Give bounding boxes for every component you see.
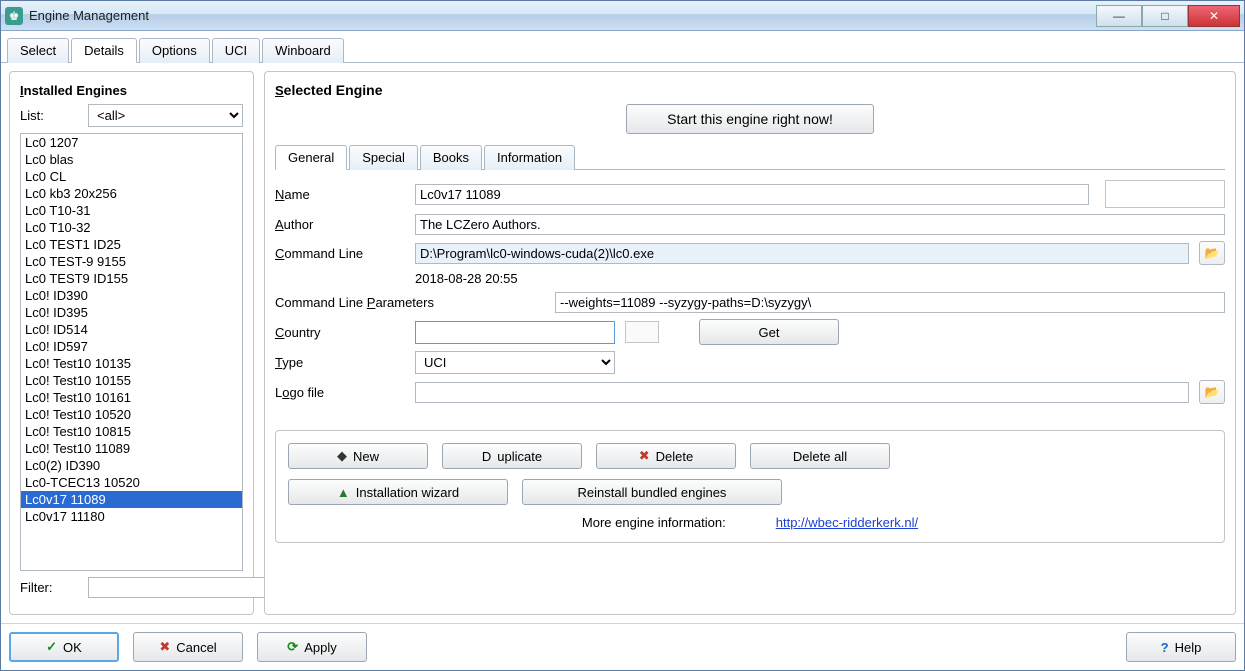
subtab-information[interactable]: Information <box>484 145 575 170</box>
list-item[interactable]: Lc0 TEST9 ID155 <box>21 270 242 287</box>
tab-winboard[interactable]: Winboard <box>262 38 344 63</box>
window-title: Engine Management <box>29 8 1096 23</box>
reinstall-button[interactable]: Reinstall bundled engines <box>522 479 782 505</box>
subtab-special[interactable]: Special <box>349 145 418 170</box>
subtab-books[interactable]: Books <box>420 145 482 170</box>
get-button[interactable]: Get <box>699 319 839 345</box>
tab-options[interactable]: Options <box>139 38 210 63</box>
list-item[interactable]: Lc0(2) ID390 <box>21 457 242 474</box>
engine-actions-group: New Duplicate Delete Delete all Installa… <box>275 430 1225 543</box>
name-aux-box <box>1105 180 1225 208</box>
list-item[interactable]: Lc0 CL <box>21 168 242 185</box>
params-label: Command Line Parameters <box>275 295 475 310</box>
list-item[interactable]: Lc0! Test10 10161 <box>21 389 242 406</box>
list-item[interactable]: Lc0v17 11180 <box>21 508 242 525</box>
new-icon <box>337 448 347 464</box>
duplicate-button[interactable]: Duplicate <box>442 443 582 469</box>
list-label: List: <box>20 108 80 123</box>
ok-button[interactable]: OK <box>9 632 119 662</box>
app-icon <box>5 7 23 25</box>
list-item[interactable]: Lc0! Test10 11089 <box>21 440 242 457</box>
refresh-icon <box>287 639 298 655</box>
window: Engine Management — □ ✕ Select Details O… <box>0 0 1245 671</box>
tab-uci[interactable]: UCI <box>212 38 260 63</box>
list-item[interactable]: Lc0! ID597 <box>21 338 242 355</box>
delete-all-button[interactable]: Delete all <box>750 443 890 469</box>
list-item[interactable]: Lc0 T10-32 <box>21 219 242 236</box>
footer: OK Cancel Apply Help <box>1 623 1244 670</box>
commandline-date: 2018-08-28 20:55 <box>415 271 518 286</box>
type-label: Type <box>275 355 405 370</box>
subtab-general[interactable]: General <box>275 145 347 170</box>
logo-input[interactable] <box>415 382 1189 403</box>
name-input[interactable] <box>415 184 1089 205</box>
list-item[interactable]: Lc0 T10-31 <box>21 202 242 219</box>
author-label: Author <box>275 217 405 232</box>
commandline-label: Command Line <box>275 246 405 261</box>
delete-icon <box>639 448 650 464</box>
wizard-icon <box>337 485 350 500</box>
delete-button[interactable]: Delete <box>596 443 736 469</box>
check-icon <box>46 639 57 655</box>
cancel-button[interactable]: Cancel <box>133 632 243 662</box>
list-item[interactable]: Lc0 TEST1 ID25 <box>21 236 242 253</box>
apply-button[interactable]: Apply <box>257 632 367 662</box>
close-button[interactable]: ✕ <box>1188 5 1240 27</box>
subtabstrip: General Special Books Information <box>275 144 1225 170</box>
type-select[interactable]: UCI <box>415 351 615 374</box>
list-item[interactable]: Lc0! Test10 10135 <box>21 355 242 372</box>
wizard-button[interactable]: Installation wizard <box>288 479 508 505</box>
list-item[interactable]: Lc0 1207 <box>21 134 242 151</box>
logo-label: Logo file <box>275 385 405 400</box>
params-input[interactable] <box>555 292 1225 313</box>
list-item[interactable]: Lc0! ID514 <box>21 321 242 338</box>
country-flag <box>625 321 659 343</box>
start-engine-button[interactable]: Start this engine right now! <box>626 104 874 134</box>
tab-details[interactable]: Details <box>71 38 137 63</box>
titlebar[interactable]: Engine Management — □ ✕ <box>1 1 1244 31</box>
installed-engines-heading: Installed Engines <box>20 82 243 98</box>
list-item[interactable]: Lc0 blas <box>21 151 242 168</box>
list-select[interactable]: <all> <box>88 104 243 127</box>
minimize-button[interactable]: — <box>1096 5 1142 27</box>
maximize-button[interactable]: □ <box>1142 5 1188 27</box>
installed-engines-panel: Installed Engines List: <all> Lc0 1207Lc… <box>9 71 254 615</box>
filter-label: Filter: <box>20 580 80 595</box>
list-item[interactable]: Lc0 TEST-9 9155 <box>21 253 242 270</box>
help-icon <box>1161 640 1169 655</box>
commandline-browse-button[interactable] <box>1199 241 1225 265</box>
list-item[interactable]: Lc0! Test10 10155 <box>21 372 242 389</box>
more-info-link[interactable]: http://wbec-ridderkerk.nl/ <box>776 515 918 530</box>
name-label: Name <box>275 187 405 202</box>
new-button[interactable]: New <box>288 443 428 469</box>
list-item[interactable]: Lc0v17 11089 <box>21 491 242 508</box>
selected-engine-panel: Selected Engine Start this engine right … <box>264 71 1236 615</box>
x-icon <box>159 639 170 655</box>
list-item[interactable]: Lc0-TCEC13 10520 <box>21 474 242 491</box>
main-tabstrip: Select Details Options UCI Winboard <box>1 31 1244 63</box>
engine-listbox[interactable]: Lc0 1207Lc0 blasLc0 CLLc0 kb3 20x256Lc0 … <box>20 133 243 571</box>
country-input[interactable] <box>415 321 615 344</box>
filter-input[interactable] <box>88 577 274 598</box>
list-item[interactable]: Lc0 kb3 20x256 <box>21 185 242 202</box>
selected-engine-heading: Selected Engine <box>275 82 1225 98</box>
list-item[interactable]: Lc0! Test10 10520 <box>21 406 242 423</box>
list-item[interactable]: Lc0! Test10 10815 <box>21 423 242 440</box>
help-button[interactable]: Help <box>1126 632 1236 662</box>
commandline-input[interactable] <box>415 243 1189 264</box>
more-info-label: More engine information: <box>582 515 726 530</box>
list-item[interactable]: Lc0! ID390 <box>21 287 242 304</box>
author-input[interactable] <box>415 214 1225 235</box>
logo-browse-button[interactable] <box>1199 380 1225 404</box>
country-label: Country <box>275 325 405 340</box>
list-item[interactable]: Lc0! ID395 <box>21 304 242 321</box>
tab-select[interactable]: Select <box>7 38 69 63</box>
